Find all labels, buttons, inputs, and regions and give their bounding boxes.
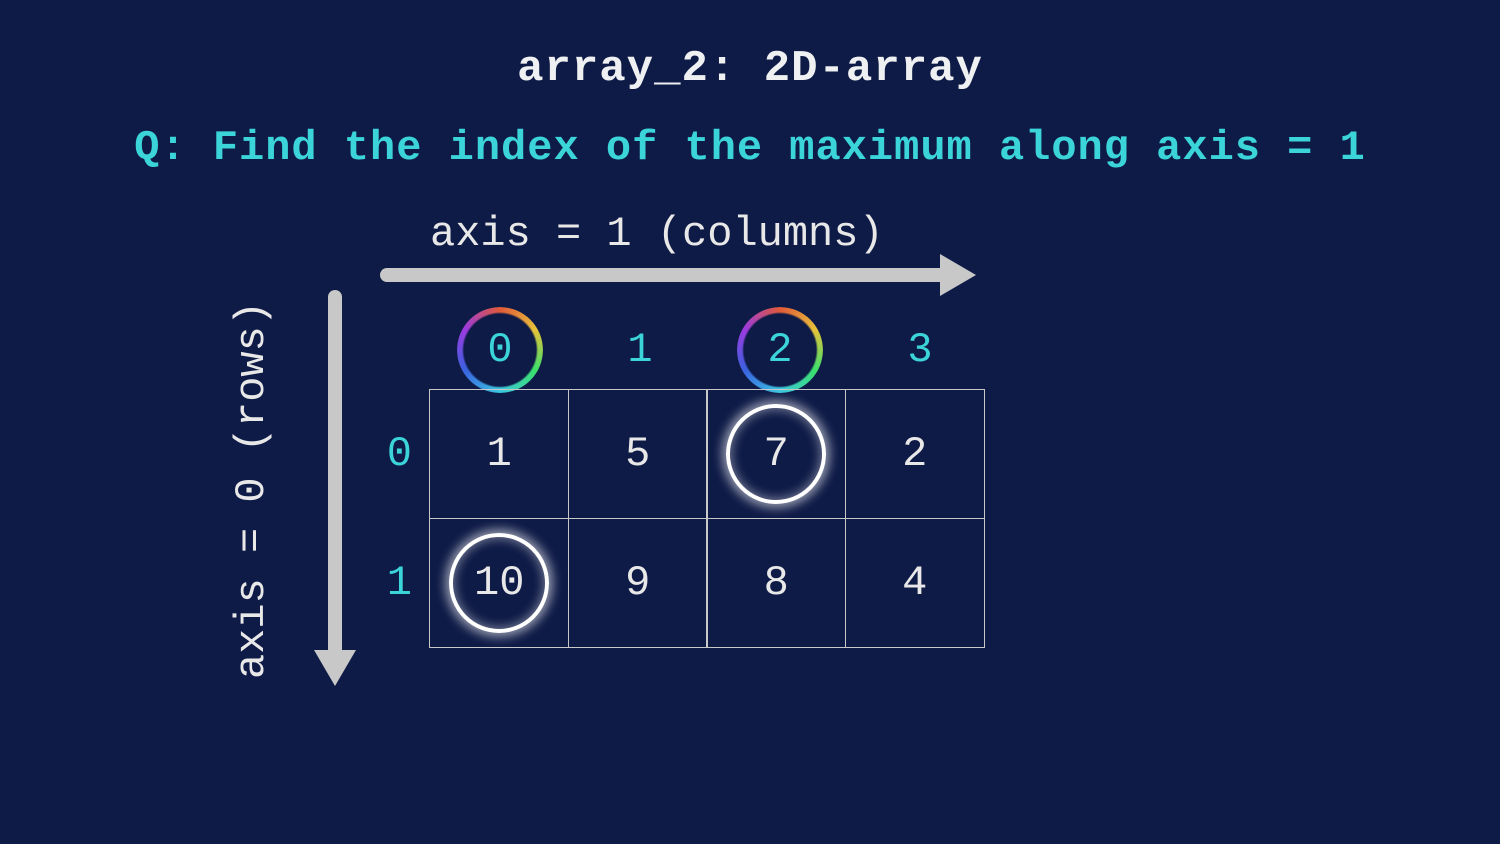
- col-header-label: 3: [907, 326, 932, 374]
- cell-1-0: 10: [429, 518, 569, 648]
- col-header-0: 0: [430, 326, 570, 374]
- cell-value: 10: [474, 559, 524, 607]
- axis1-label: axis = 1 (columns): [430, 210, 884, 258]
- col-header-2: 2: [710, 326, 850, 374]
- axis0-label: axis = 0 (rows): [228, 301, 276, 679]
- cell-0-0: 1: [429, 389, 569, 519]
- cell-1-2: 8: [706, 518, 846, 648]
- title: array_2: 2D-array: [0, 44, 1500, 94]
- cell-0-2: 7: [706, 389, 846, 519]
- axis0-arrow-icon: [320, 290, 350, 690]
- cell-0-3: 2: [845, 389, 985, 519]
- cell-value: 8: [764, 559, 789, 607]
- row-header-0: 0: [360, 430, 430, 478]
- cell-0-1: 5: [568, 389, 708, 519]
- table-row: 0 1 5 7 2: [360, 390, 990, 519]
- col-header-3: 3: [850, 326, 990, 374]
- axis1-arrow-icon: [380, 260, 980, 290]
- array-grid: 0 1 2 3 0 1 5 7 2 1: [360, 310, 990, 647]
- col-header-label: 1: [627, 326, 652, 374]
- cell-value: 9: [625, 559, 650, 607]
- column-headers: 0 1 2 3: [430, 310, 990, 390]
- cell-value: 7: [764, 430, 789, 478]
- cell-1-3: 4: [845, 518, 985, 648]
- col-header-label: 2: [767, 326, 792, 374]
- cell-1-1: 9: [568, 518, 708, 648]
- cell-value: 1: [487, 430, 512, 478]
- table-row: 1 10 9 8 4: [360, 519, 990, 648]
- row-header-1: 1: [360, 559, 430, 607]
- cell-value: 5: [625, 430, 650, 478]
- question-text: Q: Find the index of the maximum along a…: [0, 124, 1500, 172]
- cell-value: 4: [902, 559, 927, 607]
- diagram-root: array_2: 2D-array Q: Find the index of t…: [0, 0, 1500, 844]
- cell-value: 2: [902, 430, 927, 478]
- col-header-label: 0: [487, 326, 512, 374]
- col-header-1: 1: [570, 326, 710, 374]
